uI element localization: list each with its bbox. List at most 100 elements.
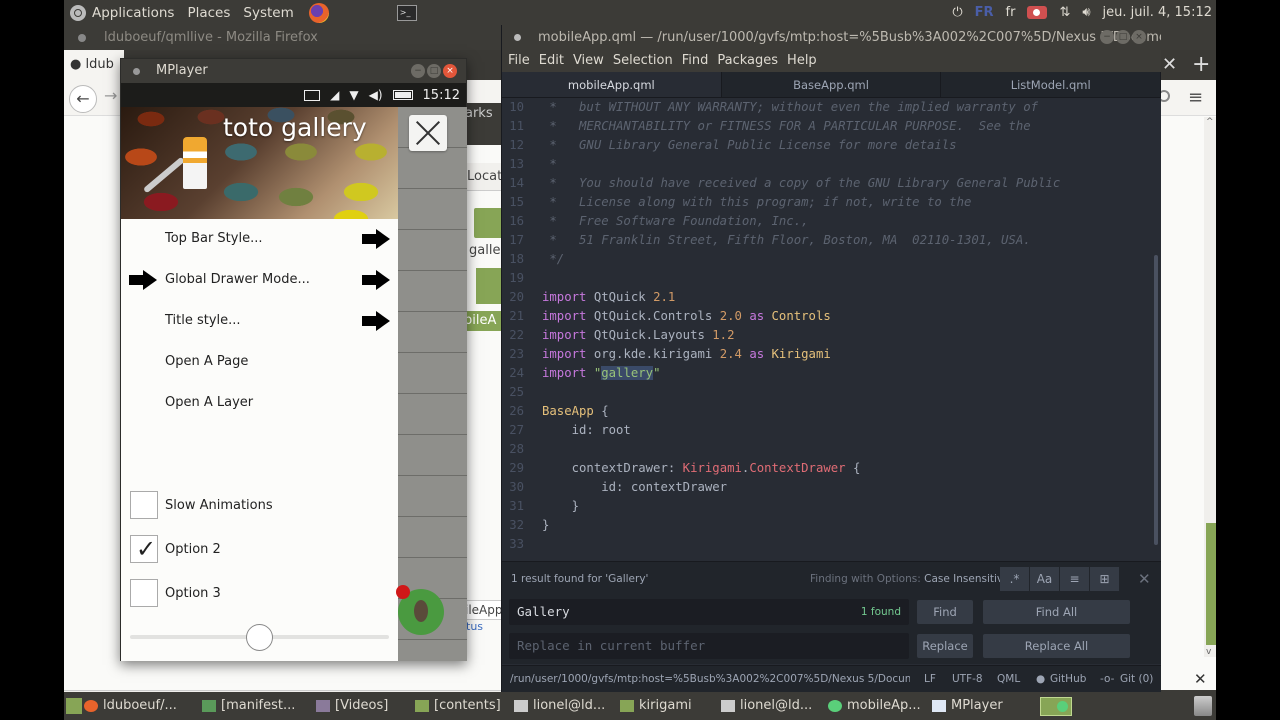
menu-places[interactable]: Places <box>187 5 237 21</box>
menu-view[interactable]: View <box>573 50 604 72</box>
taskbar-item[interactable]: [Videos] <box>316 692 388 720</box>
forward-button[interactable]: → <box>104 86 117 105</box>
slider-handle[interactable] <box>246 624 273 651</box>
taskbar-item[interactable]: [manifest... <box>202 692 295 720</box>
taskbar-item[interactable]: [contents] <box>415 692 501 720</box>
find-all-button[interactable]: Find All <box>983 600 1130 624</box>
show-desktop-icon[interactable] <box>66 698 82 714</box>
close-button[interactable]: × <box>443 64 457 78</box>
taskbar-item-label: kirigami <box>639 698 692 713</box>
close-button[interactable]: × <box>1132 30 1146 44</box>
taskbar-item[interactable]: mobileAp... <box>828 692 921 720</box>
taskbar-item[interactable]: MPlayer <box>932 692 1003 720</box>
drawer-item-global-drawer-mode[interactable]: Global Drawer Mode... <box>121 260 398 301</box>
menu-edit[interactable]: Edit <box>539 50 564 72</box>
drawer-dim-overlay[interactable] <box>396 107 467 661</box>
option-3-checkbox[interactable] <box>130 579 158 607</box>
line-number: 19 <box>509 271 524 285</box>
tab-mobileapp-qml[interactable]: mobileApp.qml <box>502 72 722 97</box>
taskbar-item-label: lionel@ld... <box>533 698 606 713</box>
back-button[interactable]: ← <box>69 85 97 113</box>
window-menu-icon[interactable] <box>78 34 86 42</box>
menu-system[interactable]: System <box>243 5 300 21</box>
close-findbar-icon[interactable]: ✕ <box>1194 670 1207 688</box>
clock[interactable]: jeu. juil. 4, 15:12 <box>1103 5 1212 20</box>
line-number: 13 <box>509 157 524 171</box>
menu-file[interactable]: File <box>508 50 530 72</box>
find-options-text: Finding with Options: Case Insensitive <box>810 573 1010 585</box>
editor-scrollbar[interactable] <box>1154 255 1158 545</box>
close-tab-icon[interactable]: ✕ <box>1162 54 1177 75</box>
firefox-tab[interactable]: ● ldub <box>64 50 124 80</box>
status-link[interactable]: tus <box>466 620 483 633</box>
code-line: 21 import QtQuick.Controls 2.0 as Control… <box>502 307 1161 326</box>
top-panel: Applications Places System >_ ⏻ FR fr ⇅ … <box>64 0 1216 25</box>
find-button[interactable]: Find <box>917 600 973 624</box>
file-path[interactable]: /run/user/1000/gvfs/mtp:host=%5Busb%3A00… <box>510 666 910 692</box>
menu-help[interactable]: Help <box>787 50 817 72</box>
minimize-button[interactable]: − <box>411 64 425 78</box>
in-selection-toggle[interactable]: ≡ <box>1060 567 1089 591</box>
close-find-panel-icon[interactable]: ✕ <box>1138 570 1151 588</box>
slow-animations-checkbox[interactable] <box>130 491 158 519</box>
taskbar-item[interactable]: lduboeuf/... <box>84 692 177 720</box>
folder-label[interactable]: galle <box>469 243 500 258</box>
taskbar-item[interactable]: lionel@ld... <box>514 692 605 720</box>
workspace-switcher[interactable] <box>1040 697 1072 716</box>
network-icon[interactable]: ⇅ <box>1059 5 1070 20</box>
terminal-launcher-icon[interactable]: >_ <box>396 4 417 21</box>
hamburger-menu-icon[interactable]: ≡ <box>1188 87 1203 108</box>
maximize-button[interactable]: □ <box>1116 30 1130 44</box>
replace-button[interactable]: Replace <box>917 634 973 658</box>
replace-all-button[interactable]: Replace All <box>983 634 1130 658</box>
option-2-checkbox[interactable]: ✓ <box>130 535 158 563</box>
window-menu-icon[interactable] <box>133 68 140 75</box>
drawer-item-title-style[interactable]: Title style... <box>121 301 398 342</box>
drawer-item-open-a-page[interactable]: Open A Page <box>121 342 398 383</box>
menu-applications[interactable]: Applications <box>92 5 181 21</box>
bookmarks-header: arks <box>464 103 504 145</box>
replace-input[interactable]: Replace in current buffer <box>509 633 909 659</box>
find-input[interactable]: Gallery 1 found <box>509 599 909 625</box>
trash-icon[interactable] <box>1194 696 1212 716</box>
git-button[interactable]: Git (0) <box>1120 666 1153 692</box>
regex-toggle[interactable]: .* <box>1000 567 1029 591</box>
firefox-launcher-icon[interactable] <box>308 2 329 23</box>
line-ending[interactable]: LF <box>924 666 936 692</box>
code-editor[interactable]: 10 * but WITHOUT ANY WARRANTY; without e… <box>502 98 1161 551</box>
folder-icon[interactable] <box>474 208 504 238</box>
desktop: Applications Places System >_ ⏻ FR fr ⇅ … <box>64 0 1216 720</box>
taskbar-item[interactable]: lionel@ld... <box>721 692 812 720</box>
grammar[interactable]: QML <box>997 666 1020 692</box>
volume-icon[interactable]: 🔊︎ <box>1082 5 1090 20</box>
menu-find[interactable]: Find <box>682 50 709 72</box>
tab-listmodel-qml[interactable]: ListModel.qml <box>941 72 1162 97</box>
minimize-button[interactable]: − <box>1100 30 1114 44</box>
power-icon[interactable]: ⏻ <box>952 5 962 20</box>
drawer-item-label: Open A Layer <box>165 395 254 410</box>
scroll-down-icon[interactable]: v <box>1206 647 1211 657</box>
file-icon[interactable] <box>476 268 504 304</box>
drawer-item-open-a-layer[interactable]: Open A Layer <box>121 383 398 424</box>
taskbar-item[interactable]: kirigami <box>620 692 692 720</box>
new-tab-icon[interactable]: + <box>1192 52 1210 77</box>
keyboard-layout-active[interactable]: FR <box>975 5 994 20</box>
window-menu-icon[interactable] <box>514 34 521 41</box>
github-button[interactable]: GitHub <box>1050 666 1086 692</box>
tab-baseapp-qml[interactable]: BaseApp.qml <box>722 72 942 97</box>
maximize-button[interactable]: □ <box>427 64 441 78</box>
encoding[interactable]: UTF-8 <box>952 666 983 692</box>
file-label[interactable]: bileA <box>464 311 504 331</box>
close-drawer-button[interactable] <box>409 115 447 151</box>
drawer-item-top-bar-style[interactable]: Top Bar Style... <box>121 219 398 260</box>
screen-record-icon[interactable] <box>1027 6 1048 19</box>
keyboard-layout-alt[interactable]: fr <box>1006 5 1016 20</box>
case-sensitive-toggle[interactable]: Aa <box>1030 567 1059 591</box>
menu-packages[interactable]: Packages <box>717 50 778 72</box>
scroll-up-icon[interactable]: ^ <box>1206 117 1214 127</box>
line-number: 11 <box>509 119 524 133</box>
scrollbar-thumb[interactable] <box>1206 523 1216 645</box>
firefox-scrollbar[interactable]: ^ v <box>1204 117 1216 657</box>
whole-word-toggle[interactable]: ⊞ <box>1090 567 1119 591</box>
menu-selection[interactable]: Selection <box>613 50 673 72</box>
